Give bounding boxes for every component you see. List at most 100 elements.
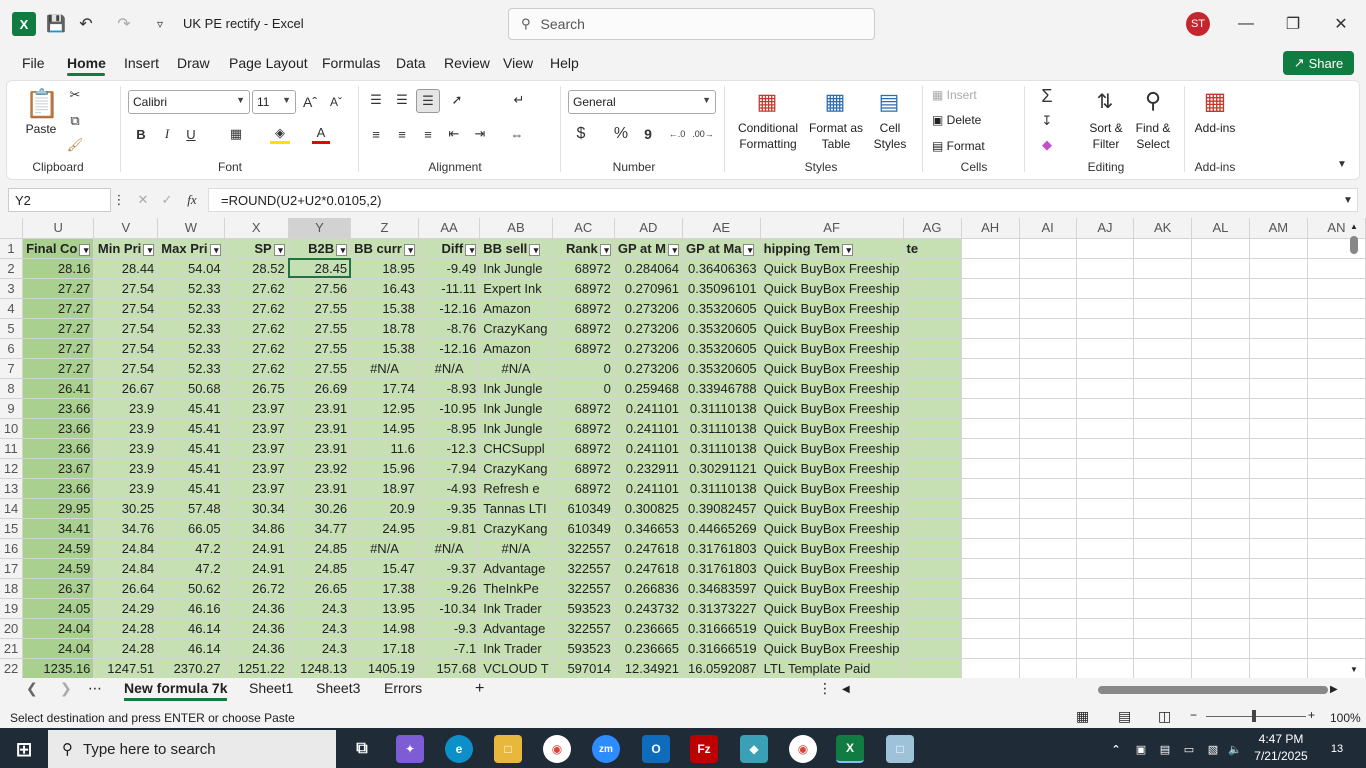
cell[interactable]	[1191, 338, 1250, 359]
cell[interactable]	[1249, 378, 1308, 399]
filter-dropdown-icon[interactable]: ▾	[143, 243, 155, 256]
cell[interactable]	[1019, 338, 1077, 359]
tab-draw[interactable]: Draw	[177, 55, 210, 71]
column-header[interactable]: AM	[1249, 218, 1308, 239]
cell[interactable]: 0.31761803	[682, 558, 761, 579]
cell[interactable]	[1249, 478, 1308, 499]
cell[interactable]	[1133, 398, 1193, 419]
cell[interactable]: 1247.51	[93, 658, 159, 678]
cell[interactable]: 52.33	[157, 318, 225, 339]
cell[interactable]: -10.95	[418, 398, 481, 419]
cell[interactable]: 0.31110138	[682, 418, 761, 439]
cell[interactable]: TheInkPe	[479, 578, 553, 599]
row-header[interactable]: 16	[0, 538, 24, 559]
cell[interactable]: 0	[552, 358, 615, 379]
cell[interactable]: -9.35	[418, 498, 481, 519]
cell[interactable]: 0.273206	[614, 298, 684, 319]
column-header[interactable]: AD	[614, 218, 684, 239]
cell[interactable]: Quick BuyBox Freeship	[760, 378, 904, 399]
cell[interactable]	[1249, 398, 1308, 419]
cell[interactable]: 0.300825	[614, 498, 684, 519]
cell[interactable]: 24.3	[288, 598, 352, 619]
cell[interactable]	[1076, 338, 1135, 359]
cell[interactable]: 17.38	[350, 578, 419, 599]
cell[interactable]: 0.247618	[614, 538, 684, 559]
cell[interactable]: -10.34	[418, 598, 481, 619]
cell[interactable]: 30.34	[224, 498, 289, 519]
cell[interactable]: 0.30291121	[682, 458, 761, 479]
cell[interactable]: 0.34683597	[682, 578, 761, 599]
header-cell[interactable]	[1019, 238, 1077, 259]
cell[interactable]	[1191, 258, 1250, 279]
cell[interactable]: 15.47	[350, 558, 419, 579]
cell[interactable]: Ink Jungle	[479, 418, 553, 439]
header-cell[interactable]: BB curr ▾	[350, 238, 419, 259]
cell[interactable]	[1076, 358, 1135, 379]
cell[interactable]: 28.44	[93, 258, 159, 279]
filezilla-icon[interactable]: Fz	[690, 735, 718, 763]
cell[interactable]: 30.25	[93, 498, 159, 519]
cell[interactable]: 23.97	[224, 398, 289, 419]
row-header[interactable]: 2	[0, 258, 24, 279]
cell[interactable]: -7.94	[418, 458, 481, 479]
cell[interactable]	[961, 278, 1020, 299]
cell[interactable]: 0.241101	[614, 438, 684, 459]
cell[interactable]	[1076, 618, 1135, 639]
align-middle-icon[interactable]: ☰	[392, 90, 412, 110]
scroll-up-icon[interactable]: ▲	[1348, 222, 1360, 231]
cell[interactable]: Expert Ink	[479, 278, 553, 299]
tab-home[interactable]: Home	[67, 55, 106, 71]
cell[interactable]	[1249, 538, 1308, 559]
cell[interactable]	[1249, 438, 1308, 459]
comma-style-icon[interactable]: 9	[640, 124, 656, 144]
cell[interactable]	[961, 458, 1020, 479]
cut-icon[interactable]: ✂	[66, 86, 84, 104]
cell[interactable]: 26.37	[22, 578, 95, 599]
cell[interactable]	[961, 438, 1020, 459]
sort-filter-icon[interactable]: ⇅	[1090, 86, 1120, 116]
cell[interactable]	[1133, 478, 1193, 499]
column-header[interactable]: AH	[961, 218, 1020, 239]
delete-cells-button[interactable]: ▣ Delete	[932, 112, 1012, 128]
cell[interactable]	[1249, 498, 1308, 519]
cell[interactable]: Ink Trader	[479, 638, 553, 659]
cell[interactable]: 157.68	[418, 658, 481, 678]
column-header[interactable]: AE	[682, 218, 761, 239]
zoom-in-icon[interactable]: +	[1308, 708, 1315, 722]
cell[interactable]	[1019, 398, 1077, 419]
cell[interactable]	[1076, 438, 1135, 459]
cell[interactable]: -8.76	[418, 318, 481, 339]
cell[interactable]	[1133, 658, 1193, 678]
cell[interactable]: 68972	[552, 458, 615, 479]
cell[interactable]: 27.54	[93, 278, 159, 299]
row-header[interactable]: 6	[0, 338, 24, 359]
sheet-table[interactable]: U V W X Y Z AA AB AC AD AE AF AG AH AI AJ AK AL AM AN 1 Fina…	[0, 218, 1366, 678]
cell[interactable]: 45.41	[157, 398, 225, 419]
cell[interactable]	[903, 338, 962, 359]
cell[interactable]	[961, 338, 1020, 359]
cell[interactable]: 68972	[552, 318, 615, 339]
cell[interactable]	[1076, 658, 1135, 678]
cell[interactable]: Ink Jungle	[479, 398, 553, 419]
sort-filter-button[interactable]: Sort & Filter	[1084, 120, 1128, 152]
cell[interactable]	[961, 538, 1020, 559]
filter-dropdown-icon[interactable]: ▾	[599, 243, 611, 256]
cell[interactable]: 0.33946788	[682, 378, 761, 399]
cell[interactable]: 26.75	[224, 378, 289, 399]
cell[interactable]: 66.05	[157, 518, 225, 539]
percent-icon[interactable]: %	[612, 124, 630, 144]
cell[interactable]	[1076, 578, 1135, 599]
fill-color-icon[interactable]: ◈	[270, 124, 290, 144]
cell[interactable]: 26.69	[288, 378, 352, 399]
filter-dropdown-icon[interactable]: ▾	[336, 243, 348, 256]
cell[interactable]: 2370.27	[157, 658, 225, 678]
cell[interactable]: 16.43	[350, 278, 419, 299]
cell[interactable]	[1133, 498, 1193, 519]
undo-icon[interactable]: ↶	[74, 12, 98, 36]
cell[interactable]: 15.38	[350, 338, 419, 359]
cell[interactable]: 27.56	[288, 278, 352, 299]
cell[interactable]	[1249, 578, 1308, 599]
cell[interactable]	[903, 518, 962, 539]
cell[interactable]: 24.36	[224, 638, 289, 659]
cell[interactable]	[1019, 498, 1077, 519]
